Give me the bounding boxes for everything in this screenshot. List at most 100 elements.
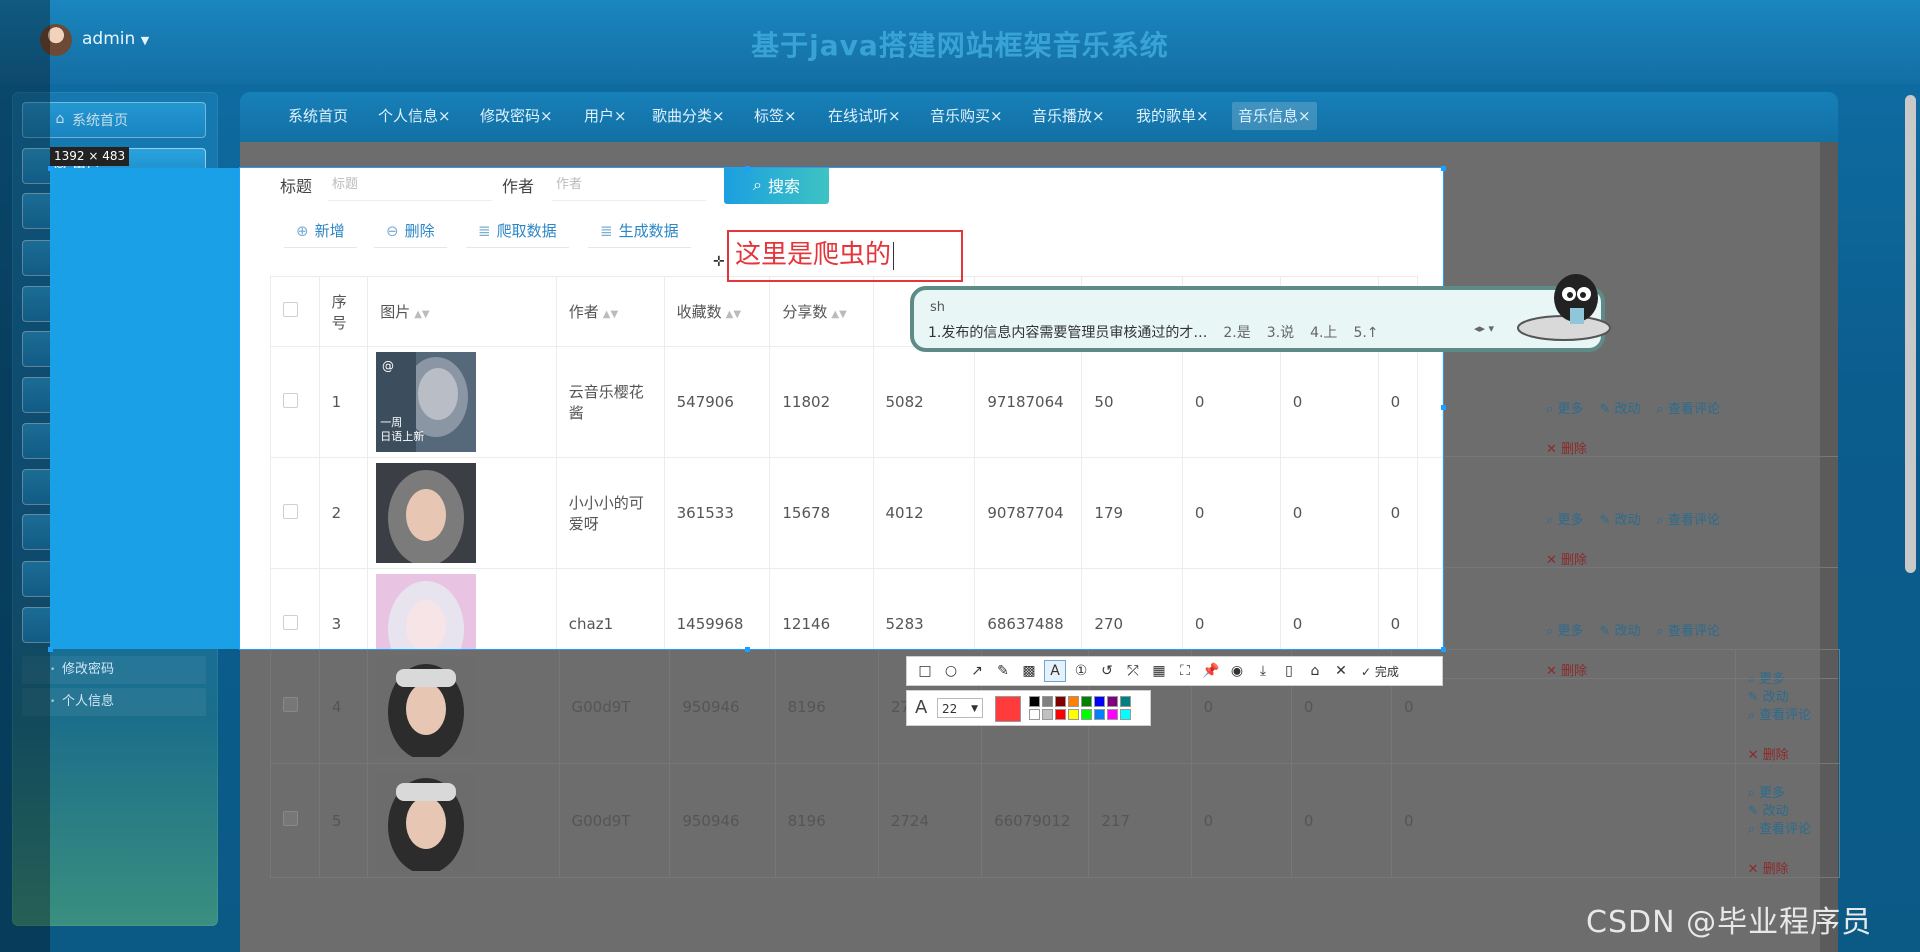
redo-icon[interactable]: ⤱ (1123, 661, 1143, 681)
color-swatch[interactable] (1094, 709, 1105, 720)
arrow-tool-icon[interactable]: ↗ (967, 661, 987, 681)
column-header[interactable]: 图片 ▲▼ (367, 276, 557, 347)
ops-column-upper: ⌕ 更多 ✎ 改动 ⌕ 查看评论 ✕ 删除 ⌕ 更多 ✎ 改动 ⌕ 查看评论 ✕ 删除 ⌕ 更多… (1546, 380, 1836, 713)
row-checkbox[interactable] (283, 811, 298, 826)
delete-link[interactable]: ✕ 删除 (1546, 553, 1587, 568)
color-swatch[interactable] (1081, 696, 1092, 707)
column-header[interactable]: 分享数 ▲▼ (769, 276, 874, 347)
undo-icon[interactable]: ↺ (1097, 661, 1117, 681)
ime-candidates: 1.发布的信息内容需要管理员审核通过的才… 2.是 3.说 4.上 5.↑ (928, 322, 1395, 342)
view-comments-link[interactable]: ⌕ 查看评论 (1656, 624, 1719, 639)
select-all-checkbox[interactable] (283, 302, 298, 317)
delete-link[interactable]: ✕ 删除 (1546, 664, 1587, 679)
view-comments-link[interactable]: ⌕ 查看评论 (1656, 513, 1719, 528)
capture-left-region (50, 168, 240, 649)
edit-link[interactable]: ✎ 改动 (1748, 804, 1789, 819)
title-label: 标题 (280, 177, 313, 196)
scan-icon[interactable]: ⛶ (1175, 661, 1195, 681)
tab-0[interactable]: 系统首页 (282, 102, 354, 130)
author-input[interactable]: 作者 (552, 170, 706, 201)
edit-link[interactable]: ✎ 改动 (1599, 513, 1640, 528)
device-icon[interactable]: ▯ (1279, 661, 1299, 681)
generate-data-button[interactable]: ≣ 生成数据 (588, 215, 691, 248)
tab-8[interactable]: 音乐播放× (1026, 102, 1111, 130)
view-comments-link[interactable]: ⌕ 查看评论 (1748, 822, 1811, 837)
home-icon: ⌂ (55, 111, 65, 127)
color-swatch[interactable] (1120, 696, 1131, 707)
delete-link[interactable]: ✕ 删除 (1748, 862, 1789, 877)
edit-link[interactable]: ✎ 改动 (1599, 624, 1640, 639)
more-link[interactable]: ⌕ 更多 (1748, 786, 1785, 801)
ime-candidate-3[interactable]: 4.上 (1310, 325, 1337, 341)
delete-link[interactable]: ✕ 删除 (1546, 442, 1587, 457)
close-icon[interactable]: ✕ (1331, 661, 1351, 681)
color-swatch[interactable] (1068, 696, 1079, 707)
style-bar: A 22 ▼ (906, 690, 1151, 726)
cover-caption: 一周 日语上新 (380, 416, 425, 443)
tab-2[interactable]: 修改密码× (474, 102, 559, 130)
more-link[interactable]: ⌕ 更多 (1546, 513, 1583, 528)
more-link[interactable]: ⌕ 更多 (1546, 624, 1583, 639)
add-button[interactable]: ⊕ 新增 (284, 215, 357, 248)
ellipse-tool-icon[interactable]: ○ (941, 661, 961, 681)
ime-candidate-2[interactable]: 3.说 (1267, 325, 1294, 341)
color-swatch[interactable] (1120, 709, 1131, 720)
page-scrollbar[interactable] (1905, 95, 1916, 573)
pin-icon[interactable]: 📌 (1201, 661, 1221, 681)
crawl-data-button[interactable]: ≣ 爬取数据 (466, 215, 569, 248)
tab-3[interactable]: 用户× (578, 102, 633, 130)
rectangle-tool-icon[interactable]: □ (915, 661, 935, 681)
tab-9[interactable]: 我的歌单× (1130, 102, 1215, 130)
ime-page-arrows[interactable]: ◂▸ ▾ (1474, 322, 1494, 335)
color-swatch[interactable] (1068, 709, 1079, 720)
color-swatch[interactable] (1055, 709, 1066, 720)
row-checkbox[interactable] (283, 614, 298, 630)
color-swatch[interactable] (1081, 709, 1092, 720)
sort-icon: ▲▼ (831, 309, 847, 320)
tab-5[interactable]: 标签× (748, 102, 803, 130)
color-swatch[interactable] (1094, 696, 1105, 707)
color-swatch[interactable] (1055, 696, 1066, 707)
more-link[interactable]: ⌕ 更多 (1546, 402, 1583, 417)
tab-7[interactable]: 音乐购买× (924, 102, 1009, 130)
row-checkbox[interactable] (283, 503, 298, 519)
record-icon[interactable]: ◉ (1227, 661, 1247, 681)
color-swatch[interactable] (1107, 696, 1118, 707)
color-swatch[interactable] (1107, 709, 1118, 720)
current-color-swatch[interactable] (995, 696, 1021, 722)
color-swatch[interactable] (1042, 709, 1053, 720)
done-button[interactable]: ✓ 完成 (1361, 663, 1399, 680)
tab-1[interactable]: 个人信息× (372, 102, 457, 130)
mosaic-tool-icon[interactable]: ▩ (1019, 661, 1039, 681)
column-header[interactable]: 作者 ▲▼ (555, 276, 665, 347)
sort-icon: ▲▼ (725, 309, 742, 320)
delete-button[interactable]: ⊖ 删除 (374, 215, 447, 248)
color-swatch[interactable] (1029, 696, 1040, 707)
ime-candidate-4[interactable]: 5.↑ (1353, 325, 1378, 341)
svg-text:@: @ (382, 359, 394, 373)
text-tool-icon[interactable]: A (1044, 660, 1066, 682)
view-comments-link[interactable]: ⌕ 查看评论 (1656, 402, 1719, 417)
tab-4[interactable]: 歌曲分类× (646, 102, 731, 130)
search-button[interactable]: ⌕ 搜索 (724, 168, 829, 204)
color-swatch[interactable] (1042, 696, 1053, 707)
annotation-text-box[interactable]: 这里是爬虫的 (727, 230, 963, 282)
row-checkbox[interactable] (283, 392, 298, 408)
ime-candidate-0[interactable]: 1.发布的信息内容需要管理员审核通过的才… (928, 325, 1207, 341)
pen-tool-icon[interactable]: ✎ (993, 661, 1013, 681)
download-icon[interactable]: ⤓ (1253, 661, 1273, 681)
number-tool-icon[interactable]: ① (1071, 661, 1091, 681)
tab-10[interactable]: 音乐信息× (1232, 102, 1317, 130)
ime-candidate-1[interactable]: 2.是 (1223, 325, 1250, 341)
color-swatch[interactable] (1029, 709, 1040, 720)
delete-link[interactable]: ✕ 删除 (1748, 748, 1789, 763)
table-row: 1 @ 一周 日语上新 云音乐樱花酱 547906 11802 5082 97187064 50 0… (270, 346, 1443, 458)
row-checkbox[interactable] (283, 697, 298, 712)
tab-6[interactable]: 在线试听× (822, 102, 907, 130)
font-size-select[interactable]: 22 ▼ (937, 698, 983, 718)
ocr-icon[interactable]: ▦ (1149, 661, 1169, 681)
bookmark-icon[interactable]: ⌂ (1305, 661, 1325, 681)
column-header[interactable]: 收藏数 ▲▼ (663, 276, 771, 347)
edit-link[interactable]: ✎ 改动 (1599, 402, 1640, 417)
title-input[interactable]: 标题 (328, 170, 492, 201)
